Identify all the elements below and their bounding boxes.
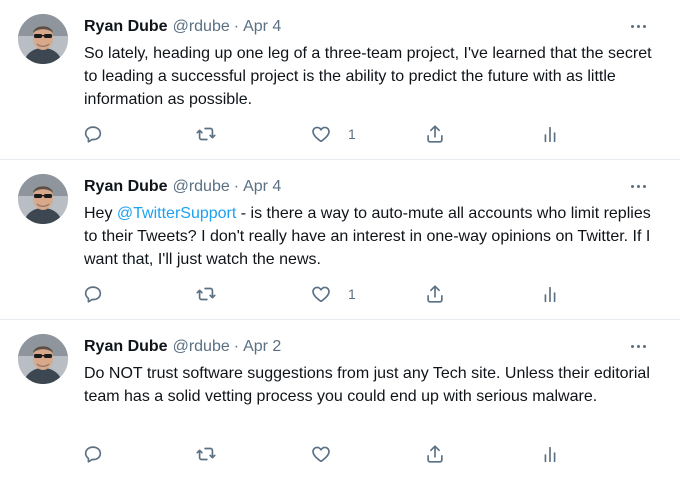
share-button[interactable] (424, 442, 446, 466)
retweet-button[interactable] (195, 122, 217, 146)
analytics-button[interactable] (539, 122, 561, 146)
analytics-icon (544, 446, 556, 463)
analytics-button[interactable] (539, 442, 561, 466)
reply-icon (84, 126, 102, 143)
tweet-feed: Ryan Dube @rdube · Apr 4 So lately, heading… (0, 0, 680, 484)
share-icon (427, 285, 443, 303)
author-name[interactable]: Ryan Dube (84, 178, 168, 195)
action-bar (82, 442, 582, 466)
share-button[interactable] (424, 122, 446, 146)
like-count: 1 (348, 126, 356, 142)
more-horizontal-icon[interactable] (626, 176, 650, 196)
retweet-button[interactable] (195, 282, 217, 306)
like-button[interactable] (310, 442, 348, 466)
more-horizontal-icon[interactable] (626, 16, 650, 36)
separator: · (233, 338, 240, 355)
analytics-icon (544, 126, 556, 143)
tweet-text: Hey @TwitterSupport - is there a way to … (84, 202, 654, 271)
heart-icon (312, 446, 330, 463)
avatar[interactable] (18, 14, 68, 64)
heart-icon (312, 286, 330, 303)
separator: · (233, 18, 240, 35)
author-handle[interactable]: @rdube (173, 178, 230, 195)
author-name[interactable]: Ryan Dube (84, 18, 168, 35)
more-horizontal-icon[interactable] (626, 336, 650, 356)
avatar[interactable] (18, 174, 68, 224)
like-button[interactable]: 1 (310, 282, 356, 306)
retweet-icon (196, 127, 216, 141)
author-name[interactable]: Ryan Dube (84, 338, 168, 355)
like-count: 1 (348, 286, 356, 302)
tweet-date[interactable]: Apr 4 (243, 18, 281, 35)
avatar[interactable] (18, 334, 68, 384)
heart-icon (312, 126, 330, 143)
tweet-text: Do NOT trust software suggestions from j… (84, 365, 650, 405)
tweet-header: Ryan Dube @rdube · Apr 4 (84, 17, 281, 37)
share-icon (427, 125, 443, 143)
tweet-header: Ryan Dube @rdube · Apr 2 (84, 337, 281, 357)
author-handle[interactable]: @rdube (173, 18, 230, 35)
tweet-header: Ryan Dube @rdube · Apr 4 (84, 177, 281, 197)
reply-icon (84, 286, 102, 303)
retweet-icon (196, 447, 216, 461)
tweet-date[interactable]: Apr 2 (243, 338, 281, 355)
mention-link[interactable]: @TwitterSupport (117, 205, 236, 222)
tweet[interactable]: Ryan Dube @rdube · Apr 4 Hey @TwitterSuppor… (0, 160, 680, 320)
tweet[interactable]: Ryan Dube @rdube · Apr 4 So lately, heading… (0, 0, 680, 160)
share-icon (427, 445, 443, 463)
reply-button[interactable] (82, 122, 104, 146)
reply-button[interactable] (82, 282, 104, 306)
tweet-text-part: Hey (84, 205, 117, 222)
reply-icon (84, 446, 102, 463)
share-button[interactable] (424, 282, 446, 306)
retweet-icon (196, 287, 216, 301)
tweet-date[interactable]: Apr 4 (243, 178, 281, 195)
action-bar: 1 (82, 122, 582, 146)
analytics-button[interactable] (539, 282, 561, 306)
analytics-icon (544, 286, 556, 303)
reply-button[interactable] (82, 442, 104, 466)
action-bar: 1 (82, 282, 582, 306)
tweet-text: So lately, heading up one leg of a three… (84, 45, 652, 108)
tweet[interactable]: Ryan Dube @rdube · Apr 2 Do NOT trust softw… (0, 320, 680, 484)
like-button[interactable]: 1 (310, 122, 356, 146)
separator: · (233, 178, 240, 195)
author-handle[interactable]: @rdube (173, 338, 230, 355)
retweet-button[interactable] (195, 442, 217, 466)
